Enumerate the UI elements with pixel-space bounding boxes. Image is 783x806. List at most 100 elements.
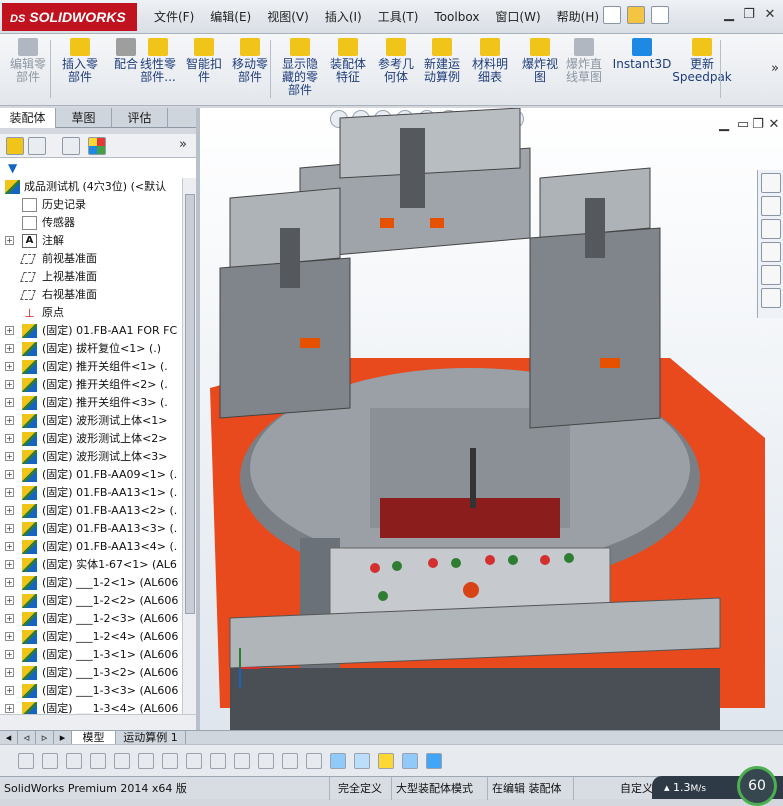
- tree-item[interactable]: + (固定) 01.FB-AA09<1> (.: [0, 466, 182, 484]
- command-bom-button[interactable]: 材料明 细表: [466, 38, 514, 84]
- command-assembly-feature-button[interactable]: 装配体 特征: [324, 38, 372, 84]
- expand-icon[interactable]: +: [5, 326, 14, 335]
- offset-icon[interactable]: [234, 753, 250, 769]
- command-move-component-button[interactable]: 移动零 部件: [226, 38, 274, 84]
- view-palette-icon[interactable]: [761, 242, 781, 262]
- polygon-icon[interactable]: [186, 753, 202, 769]
- expand-icon[interactable]: +: [5, 488, 14, 497]
- units-custom[interactable]: 自定义: [616, 777, 656, 800]
- expand-icon[interactable]: +: [5, 614, 14, 623]
- tree-item[interactable]: + (固定) ___1-3<4> (AL606: [0, 700, 182, 714]
- menu-4[interactable]: 工具(T): [370, 0, 427, 34]
- tree-item[interactable]: + (固定) 波形测试上体<2>: [0, 430, 182, 448]
- expand-icon[interactable]: +: [5, 344, 14, 353]
- tree-item[interactable]: + (固定) 01.FB-AA1 FOR FC: [0, 322, 182, 340]
- menu-1[interactable]: 编辑(E): [202, 0, 259, 34]
- restore-icon[interactable]: ❐: [742, 8, 756, 22]
- relation-icon[interactable]: [306, 753, 322, 769]
- tree-item[interactable]: + (固定) 推开关组件<1> (.: [0, 358, 182, 376]
- command-speedpak-button[interactable]: 更新 Speedpak: [672, 38, 732, 84]
- tree-item[interactable]: + (固定) 波形测试上体<1>: [0, 412, 182, 430]
- expand-icon[interactable]: +: [5, 578, 14, 587]
- tab-assembly[interactable]: 装配体: [0, 108, 56, 128]
- expand-icon[interactable]: +: [5, 668, 14, 677]
- tree-vertical-scrollbar[interactable]: [182, 178, 196, 714]
- print-icon[interactable]: [651, 6, 669, 24]
- command-instant3d-button[interactable]: Instant3D: [612, 38, 672, 71]
- menu-5[interactable]: Toolbox: [426, 0, 487, 34]
- tree-item[interactable]: + (固定) 波形测试上体<3>: [0, 448, 182, 466]
- command-linear-pattern-button[interactable]: 线性零 部件...: [134, 38, 182, 84]
- isometric-icon[interactable]: [378, 753, 394, 769]
- expand-icon[interactable]: +: [5, 650, 14, 659]
- view-cube-icon[interactable]: [330, 753, 346, 769]
- expand-icon[interactable]: +: [5, 632, 14, 641]
- tree-item[interactable]: + (固定) ___1-3<3> (AL606: [0, 682, 182, 700]
- featuremanager-tab-icon[interactable]: [6, 137, 24, 155]
- command-explode-line-button[interactable]: 爆炸直 线草图: [560, 38, 608, 84]
- expand-icon[interactable]: +: [5, 524, 14, 533]
- expand-panel-icon[interactable]: »: [176, 138, 190, 152]
- centerline-icon[interactable]: [66, 753, 82, 769]
- tree-item[interactable]: 传感器: [0, 214, 182, 232]
- circle-icon[interactable]: [42, 753, 58, 769]
- expand-icon[interactable]: +: [5, 380, 14, 389]
- menu-7[interactable]: 帮助(H): [549, 0, 607, 34]
- close-icon[interactable]: ✕: [763, 8, 777, 22]
- tree-horizontal-scrollbar[interactable]: [0, 714, 196, 730]
- file-explorer-icon[interactable]: [761, 219, 781, 239]
- filter-icon[interactable]: ▼: [8, 161, 17, 175]
- expand-icon[interactable]: +: [5, 452, 14, 461]
- tree-item[interactable]: ⊥ 原点: [0, 304, 182, 322]
- chevron-right-icon[interactable]: »: [768, 62, 782, 76]
- tree-item[interactable]: + (固定) 拔杆复位<1> (.): [0, 340, 182, 358]
- tree-item[interactable]: + (固定) ___1-3<1> (AL606: [0, 646, 182, 664]
- tree-item[interactable]: + (固定) 01.FB-AA13<1> (.: [0, 484, 182, 502]
- tree-root-assembly[interactable]: 成品测试机 (4穴3位) (<默认: [0, 178, 182, 196]
- dimension-icon[interactable]: [282, 753, 298, 769]
- open-folder-icon[interactable]: [627, 6, 645, 24]
- command-edit-component-button[interactable]: 编辑零 部件: [4, 38, 52, 84]
- expand-icon[interactable]: +: [5, 470, 14, 479]
- shaded-icon[interactable]: [426, 753, 442, 769]
- propertymanager-tab-icon[interactable]: [28, 137, 46, 155]
- tree-item[interactable]: 上视基准面: [0, 268, 182, 286]
- expand-icon[interactable]: +: [5, 542, 14, 551]
- menu-3[interactable]: 插入(I): [317, 0, 370, 34]
- minimize-icon[interactable]: ▁: [722, 8, 736, 22]
- tab-motion-study[interactable]: 运动算例 1: [116, 731, 186, 745]
- expand-icon[interactable]: +: [5, 434, 14, 443]
- command-exploded-view-button[interactable]: 爆炸视 图: [516, 38, 564, 84]
- next-tab-arrow-icon[interactable]: ▹: [36, 731, 54, 745]
- tree-item[interactable]: + (固定) 实体1-67<1> (AL6: [0, 556, 182, 574]
- arc-icon[interactable]: [138, 753, 154, 769]
- custom-properties-icon[interactable]: [761, 288, 781, 308]
- tree-item[interactable]: + (固定) ___1-3<2> (AL606: [0, 664, 182, 682]
- command-smart-fastener-button[interactable]: 智能扣 件: [180, 38, 228, 84]
- menu-6[interactable]: 窗口(W): [487, 0, 548, 34]
- tree-item[interactable]: 历史记录: [0, 196, 182, 214]
- expand-icon[interactable]: +: [5, 362, 14, 371]
- expand-icon[interactable]: +: [5, 506, 14, 515]
- new-document-icon[interactable]: [603, 6, 621, 24]
- scroll-thumb[interactable]: [185, 194, 195, 614]
- expand-icon[interactable]: +: [5, 398, 14, 407]
- design-library-icon[interactable]: [761, 196, 781, 216]
- graphics-area[interactable]: ▁ ▭ ❐ ✕: [200, 108, 783, 730]
- tree-item[interactable]: + (固定) ___1-2<3> (AL606: [0, 610, 182, 628]
- first-tab-arrow-icon[interactable]: ◂: [0, 731, 18, 745]
- tab-evaluate[interactable]: 评估: [112, 108, 168, 128]
- mirror-icon[interactable]: [258, 753, 274, 769]
- tree-item[interactable]: + (固定) 01.FB-AA13<2> (.: [0, 502, 182, 520]
- tab-model[interactable]: 模型: [72, 731, 116, 745]
- tree-item[interactable]: + (固定) ___1-2<4> (AL606: [0, 628, 182, 646]
- tree-item[interactable]: + (固定) 01.FB-AA13<4> (.: [0, 538, 182, 556]
- spline-icon[interactable]: [162, 753, 178, 769]
- command-insert-component-button[interactable]: 插入零 部件: [56, 38, 104, 84]
- tab-sketch[interactable]: 草图: [56, 108, 112, 128]
- expand-icon[interactable]: +: [5, 416, 14, 425]
- expand-icon[interactable]: +: [5, 686, 14, 695]
- configurationmanager-tab-icon[interactable]: [62, 137, 80, 155]
- menu-0[interactable]: 文件(F): [146, 0, 202, 34]
- menu-2[interactable]: 视图(V): [259, 0, 317, 34]
